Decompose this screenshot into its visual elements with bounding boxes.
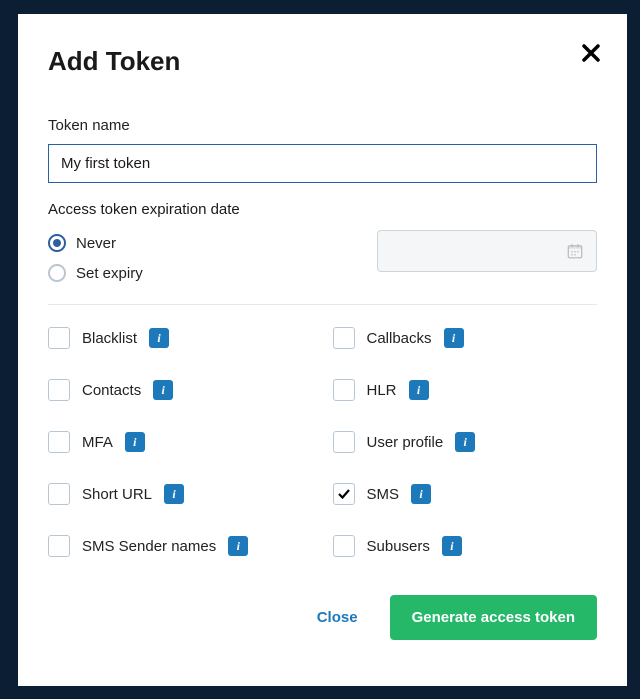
perm-label: Callbacks (367, 330, 432, 347)
expiration-label: Access token expiration date (48, 201, 597, 218)
checkbox-contacts[interactable] (48, 379, 70, 401)
checkbox-mfa[interactable] (48, 431, 70, 453)
radio-set-expiry[interactable]: Set expiry (48, 264, 143, 282)
info-icon[interactable]: i (455, 432, 475, 452)
perm-label: Short URL (82, 486, 152, 503)
checkbox-sms_sender_names[interactable] (48, 535, 70, 557)
checkbox-subusers[interactable] (333, 535, 355, 557)
perm-label: Blacklist (82, 330, 137, 347)
perm-label: HLR (367, 382, 397, 399)
perm-label: User profile (367, 434, 444, 451)
info-icon[interactable]: i (149, 328, 169, 348)
info-icon[interactable]: i (442, 536, 462, 556)
info-icon[interactable]: i (153, 380, 173, 400)
info-icon[interactable]: i (125, 432, 145, 452)
perm-callbacks: Callbacks i (333, 327, 598, 349)
info-icon[interactable]: i (444, 328, 464, 348)
permissions-grid: BlacklistiCallbacksiContactsiHLRiMFAiUse… (48, 327, 597, 557)
token-name-label: Token name (48, 117, 597, 134)
checkbox-sms[interactable] (333, 483, 355, 505)
perm-label: SMS (367, 486, 400, 503)
checkbox-short_url[interactable] (48, 483, 70, 505)
modal-footer: Close Generate access token (48, 595, 597, 640)
perm-label: SMS Sender names (82, 538, 216, 555)
info-icon[interactable]: i (409, 380, 429, 400)
perm-label: Subusers (367, 538, 430, 555)
checkbox-blacklist[interactable] (48, 327, 70, 349)
radio-never[interactable]: Never (48, 234, 143, 252)
checkbox-hlr[interactable] (333, 379, 355, 401)
perm-sms: SMS i (333, 483, 598, 505)
perm-label: MFA (82, 434, 113, 451)
checkbox-callbacks[interactable] (333, 327, 355, 349)
modal-title: Add Token (48, 46, 597, 77)
info-icon[interactable]: i (164, 484, 184, 504)
token-name-input[interactable] (48, 144, 597, 183)
calendar-icon (566, 242, 584, 260)
perm-subusers: Subusers i (333, 535, 598, 557)
divider (48, 304, 597, 305)
perm-sms_sender_names: SMS Sender names i (48, 535, 313, 557)
close-icon[interactable] (580, 42, 602, 64)
info-icon[interactable]: i (228, 536, 248, 556)
radio-never-label: Never (76, 235, 116, 252)
checkbox-user_profile[interactable] (333, 431, 355, 453)
close-button[interactable]: Close (303, 597, 372, 638)
expiry-date-field[interactable] (377, 230, 597, 272)
perm-short_url: Short URL i (48, 483, 313, 505)
perm-label: Contacts (82, 382, 141, 399)
info-icon[interactable]: i (411, 484, 431, 504)
perm-mfa: MFA i (48, 431, 313, 453)
perm-user_profile: User profile i (333, 431, 598, 453)
generate-token-button[interactable]: Generate access token (390, 595, 597, 640)
radio-icon (48, 234, 66, 252)
perm-hlr: HLR i (333, 379, 598, 401)
radio-set-expiry-label: Set expiry (76, 265, 143, 282)
perm-contacts: Contacts i (48, 379, 313, 401)
radio-icon (48, 264, 66, 282)
perm-blacklist: Blacklist i (48, 327, 313, 349)
modal-add-token: Add Token Token name Access token expira… (18, 14, 627, 686)
